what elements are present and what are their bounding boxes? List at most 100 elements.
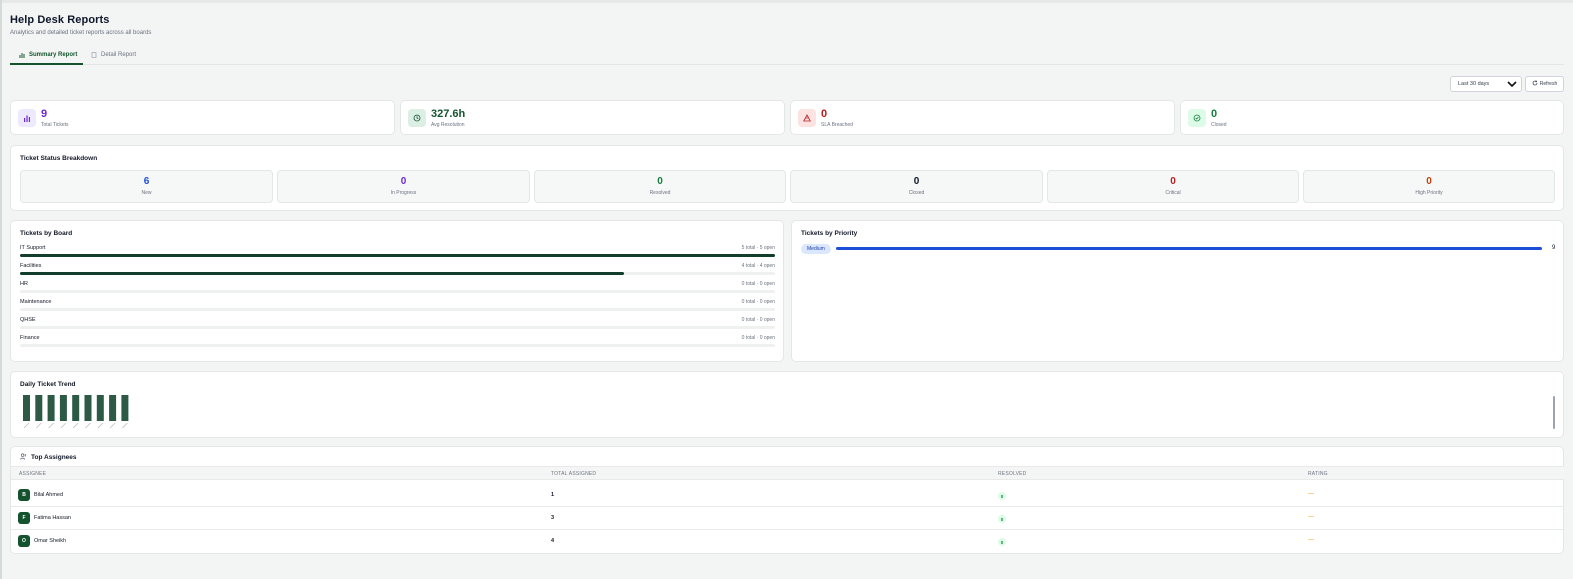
table-row[interactable]: O Omar Sheikh 4 0 — [11, 530, 1564, 553]
status-breakdown-panel: Ticket Status Breakdown 6 New 0 In Progr… [10, 145, 1564, 211]
status-box-closed: 0 Closed [790, 170, 1043, 203]
board-name: IT Support [20, 245, 46, 251]
board-meta: 5 total · 5 open [741, 245, 775, 251]
status-value: 0 [913, 176, 920, 187]
trend-bar [96, 395, 104, 421]
stat-label: Closed [1211, 122, 1227, 128]
stat-value: 9 [41, 108, 48, 120]
stat-card-avg-resolution: 327.6h Avg Resolution [400, 100, 785, 135]
refresh-icon [1532, 80, 1538, 88]
status-label: New [141, 190, 152, 196]
stat-label: Avg Resolution [431, 122, 465, 128]
rating: — [1308, 537, 1314, 543]
tickets-by-priority-panel: Tickets by Priority Medium 9 [791, 220, 1564, 362]
check-circle-icon [1188, 109, 1206, 127]
status-value: 0 [1426, 176, 1432, 187]
board-meta: 0 total · 0 open [741, 299, 775, 305]
status-box-critical: 0 Critical [1047, 170, 1299, 203]
trend-bar [72, 395, 80, 421]
board-meta: 0 total · 0 open [741, 281, 775, 287]
assignee-name: Omar Sheikh [34, 538, 67, 544]
board-progress-fill [20, 254, 775, 257]
tab-summary-report-label: Summary Report [29, 52, 78, 58]
status-box-in-progress: 0 In Progress [277, 170, 530, 203]
chevron-down-icon [1507, 80, 1517, 89]
daily-trend-chart [23, 395, 129, 429]
stat-card-closed: 0 Closed [1180, 100, 1564, 135]
board-row-maintenance: Maintenance 0 total · 0 open [20, 299, 775, 315]
board-progress-track [20, 272, 775, 275]
daily-trend-panel: Daily Ticket Trend [10, 371, 1564, 438]
trend-tick-label [122, 422, 128, 429]
stat-card-total-tickets: 9 Total Tickets [10, 100, 395, 135]
status-label: In Progress [390, 190, 417, 196]
board-meta: 0 total · 0 open [741, 335, 775, 341]
tickets-by-board-panel: Tickets by Board IT Support 5 total · 5 … [10, 220, 784, 362]
resolved-badge: 0 [998, 492, 1006, 500]
avatar: B [18, 489, 30, 501]
resolved-badge: 0 [998, 538, 1006, 546]
board-meta: 0 total · 0 open [741, 317, 775, 323]
column-header-assignee: ASSIGNEE [19, 471, 47, 477]
assignee-name: Fatima Hassan [34, 515, 71, 521]
trend-tick-label [109, 422, 116, 429]
document-icon [91, 52, 97, 60]
stat-card-sla-breached: 0 SLA Breached [790, 100, 1175, 135]
rating: — [1308, 491, 1314, 497]
table-row[interactable]: F Fatima Hassan 3 0 — [11, 507, 1564, 530]
trend-bar [59, 395, 67, 421]
trend-bar [47, 395, 55, 421]
stat-label: Total Tickets [41, 122, 69, 128]
tab-summary-report[interactable]: Summary Report [10, 49, 83, 65]
total-assigned: 1 [551, 492, 555, 498]
status-value: 0 [400, 176, 407, 187]
board-name: QHSE [20, 317, 36, 323]
board-meta: 4 total · 4 open [741, 263, 775, 269]
status-label: High Priority [1415, 190, 1443, 196]
top-assignees-title: Top Assignees [31, 454, 77, 461]
warning-icon [798, 109, 816, 127]
board-progress-fill [20, 272, 624, 275]
status-box-high-priority: 0 High Priority [1303, 170, 1555, 203]
page-title: Help Desk Reports [10, 14, 110, 26]
priority-progress-fill [836, 247, 1542, 250]
date-range-select[interactable]: Last 30 days [1450, 76, 1522, 92]
top-assignees-header: Top Assignees [20, 453, 77, 462]
bar-chart-icon [18, 109, 36, 127]
trend-bar [84, 395, 92, 421]
users-icon [20, 453, 27, 462]
board-row-qhse: QHSE 0 total · 0 open [20, 317, 775, 333]
table-row[interactable]: B Bilal Ahmed 1 0 — [11, 484, 1564, 507]
board-name: HR [20, 281, 28, 287]
column-header-rating: RATING [1308, 471, 1328, 477]
rating: — [1308, 514, 1314, 520]
trend-scrollbar[interactable] [1553, 396, 1555, 429]
total-assigned: 3 [551, 515, 555, 521]
column-header-total-assigned: TOTAL ASSIGNED [551, 471, 597, 477]
trend-bar [23, 395, 30, 421]
tab-detail-report-label: Detail Report [101, 52, 137, 58]
board-progress-track [20, 254, 775, 257]
page-subtitle: Analytics and detailed ticket reports ac… [10, 30, 152, 36]
trend-bar [35, 395, 43, 421]
board-row-hr: HR 0 total · 0 open [20, 281, 775, 297]
report-tabs: Summary Report Detail Report [10, 49, 1564, 65]
status-value: 6 [143, 176, 150, 187]
board-progress-track [20, 308, 775, 311]
avatar: F [18, 512, 30, 524]
priority-count: 9 [1552, 245, 1556, 251]
refresh-label: Refresh [1539, 81, 1558, 87]
tab-detail-report[interactable]: Detail Report [91, 49, 151, 65]
top-border [0, 0, 1573, 3]
trend-tick-label [97, 422, 104, 429]
trend-tick-label [72, 422, 79, 429]
assignees-table-header: ASSIGNEE TOTAL ASSIGNED RESOLVED RATING [11, 466, 1564, 480]
trend-bar [121, 395, 129, 421]
status-box-resolved: 0 Resolved [534, 170, 786, 203]
refresh-button[interactable]: Refresh [1525, 76, 1564, 92]
board-progress-track [20, 344, 775, 347]
board-name: Facilities [20, 263, 42, 269]
tickets-by-board-title: Tickets by Board [20, 230, 73, 237]
priority-badge-medium: Medium [801, 244, 831, 254]
total-assigned: 4 [551, 538, 555, 544]
